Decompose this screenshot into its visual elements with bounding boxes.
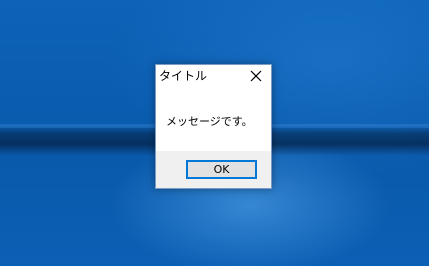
close-button[interactable] xyxy=(241,65,271,87)
title-bar[interactable]: タイトル xyxy=(156,65,271,87)
dialog-message: メッセージです。 xyxy=(166,115,253,128)
ok-button[interactable]: OK xyxy=(186,160,257,179)
close-icon xyxy=(250,70,262,82)
dialog-title: タイトル xyxy=(159,69,208,83)
button-area: OK xyxy=(156,151,271,188)
message-box: タイトル メッセージです。 OK xyxy=(155,64,272,189)
